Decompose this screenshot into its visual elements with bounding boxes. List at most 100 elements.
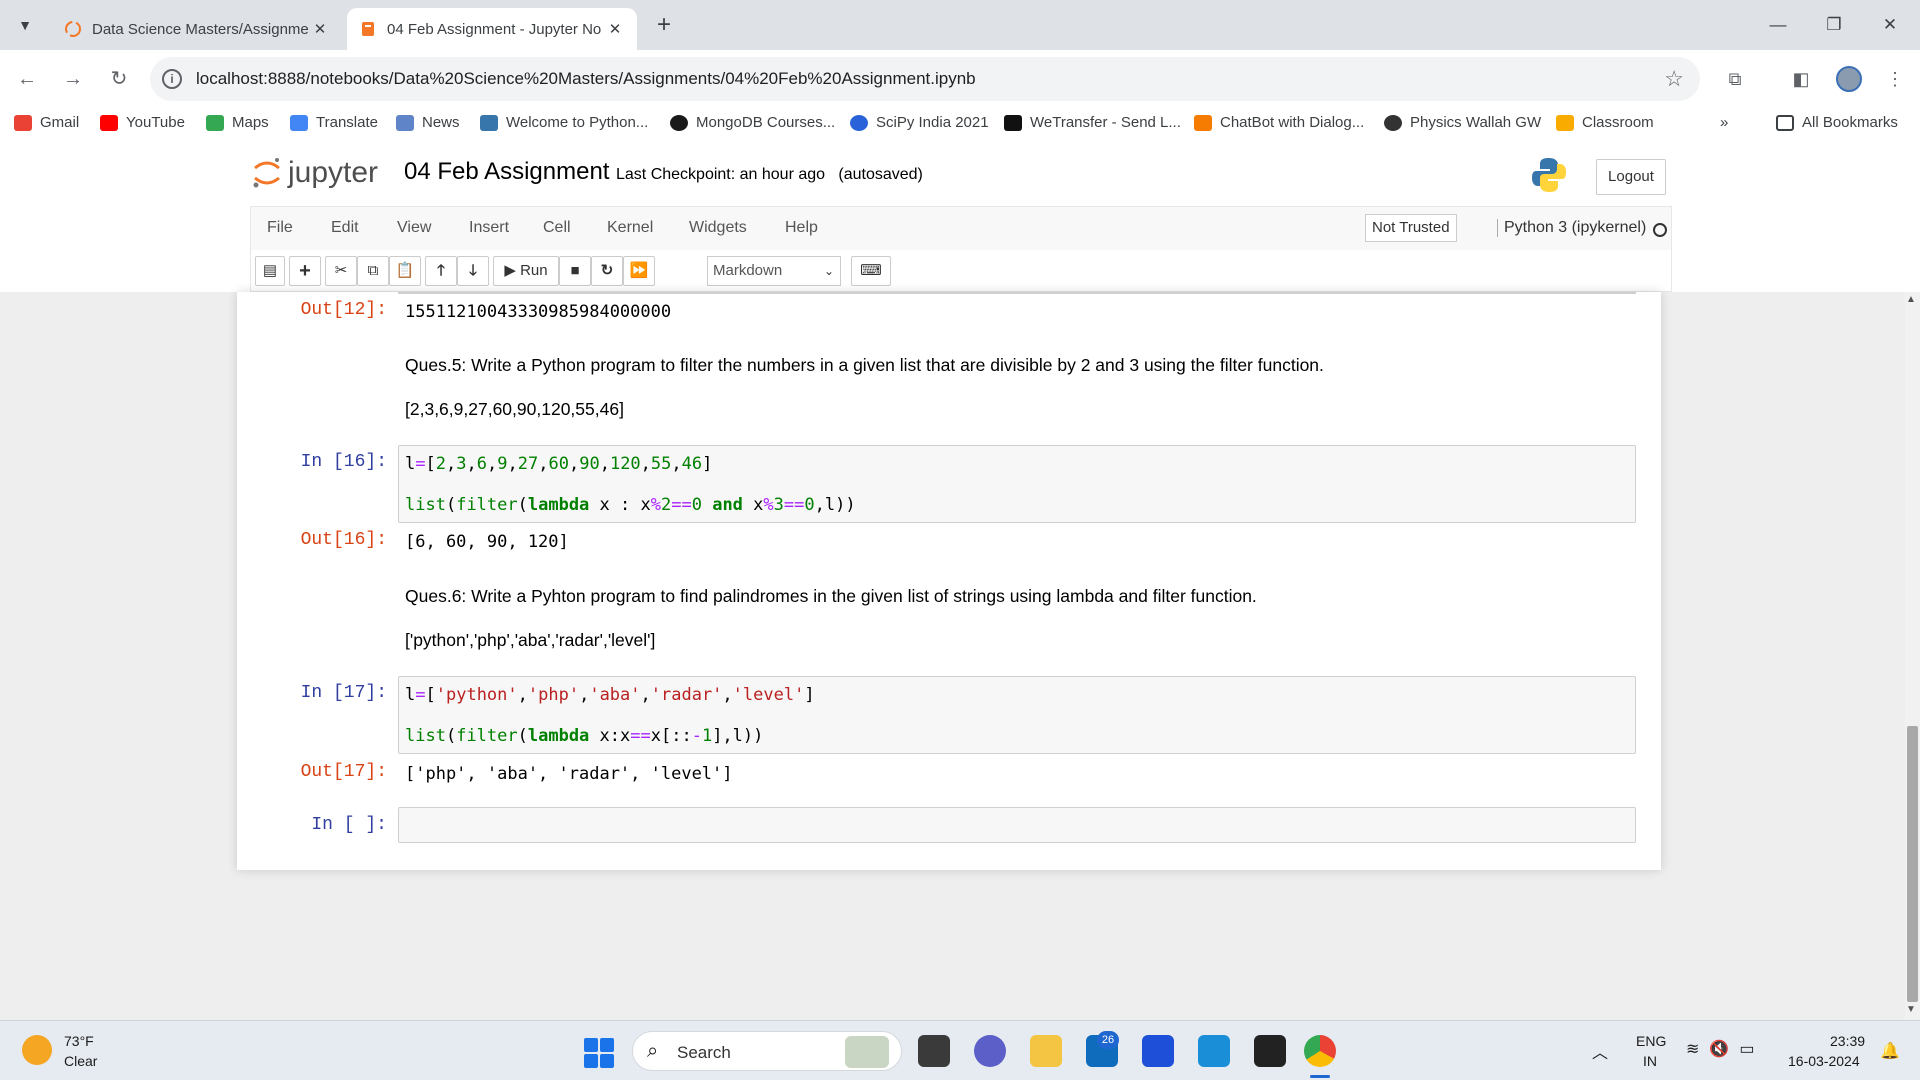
battery-icon[interactable]: ▭ — [1739, 1041, 1764, 1058]
forward-arrow-icon[interactable]: → — [58, 64, 88, 94]
logout-button[interactable]: Logout — [1596, 159, 1666, 195]
run-button[interactable]: ▶ Run — [493, 256, 559, 286]
markdown-list-5[interactable]: [2,3,6,9,27,60,90,120,55,46] — [405, 399, 624, 420]
code-cell-empty[interactable] — [398, 807, 1636, 843]
language-indicator[interactable]: ENG — [1636, 1033, 1666, 1049]
menu-view[interactable]: View — [397, 219, 431, 237]
weather-condition[interactable]: Clear — [64, 1053, 97, 1069]
notification-bell-icon[interactable]: 🔔 — [1880, 1041, 1900, 1061]
bookmark-mongodb[interactable]: MongoDB Courses... — [670, 114, 835, 131]
move-up-button[interactable]: 🡑 — [425, 256, 457, 286]
menu-edit[interactable]: Edit — [331, 219, 359, 237]
menu-insert[interactable]: Insert — [469, 219, 509, 237]
close-icon[interactable]: ✕ — [310, 20, 330, 38]
show-hidden-icons-icon[interactable]: ︿ — [1592, 1039, 1608, 1063]
menu-kernel[interactable]: Kernel — [607, 219, 653, 237]
menu-file[interactable]: File — [267, 219, 293, 237]
bookmark-chatbot[interactable]: ChatBot with Dialog... — [1194, 114, 1364, 131]
task-view-icon[interactable] — [918, 1035, 950, 1067]
scroll-up-icon[interactable]: ▲ — [1906, 294, 1916, 305]
kernel-name[interactable]: Python 3 (ipykernel) — [1497, 219, 1646, 237]
side-panel-icon[interactable]: ◧ — [1786, 64, 1816, 94]
markdown-list-6[interactable]: ['python','php','aba','radar','level'] — [405, 630, 655, 651]
restart-run-all-button[interactable]: ⏩ — [623, 256, 655, 286]
clock-time[interactable]: 23:39 — [1830, 1033, 1865, 1049]
cut-button[interactable]: ✂ — [325, 256, 357, 286]
code-cell-17[interactable]: l=['python','php','aba','radar','level']… — [398, 676, 1636, 754]
editor-app-icon[interactable] — [1142, 1035, 1174, 1067]
menu-cell[interactable]: Cell — [543, 219, 571, 237]
markdown-question-6[interactable]: Ques.6: Write a Pyhton program to find p… — [405, 586, 1257, 607]
bookmarks-overflow[interactable]: » — [1720, 114, 1728, 131]
display-app-icon[interactable] — [1198, 1035, 1230, 1067]
taskbar-search[interactable]: ⌕ Search — [632, 1031, 902, 1071]
system-tray-icons[interactable]: ≋🔇▭ — [1686, 1039, 1764, 1059]
window-close-icon[interactable]: ✕ — [1862, 10, 1918, 40]
markdown-question-5[interactable]: Ques.5: Write a Python program to filter… — [405, 355, 1324, 376]
bookmark-maps[interactable]: Maps — [206, 114, 269, 131]
notebook-container: Out[12]: 15511210043330985984000000 Ques… — [237, 292, 1661, 870]
notebook-menubar: File Edit View Insert Cell Kernel Widget… — [250, 206, 1672, 250]
bookmark-youtube[interactable]: YouTube — [100, 114, 185, 131]
address-bar[interactable]: i localhost:8888/notebooks/Data%20Scienc… — [150, 57, 1700, 101]
bookmark-gmail[interactable]: Gmail — [14, 114, 79, 131]
interrupt-button[interactable]: ■ — [559, 256, 591, 286]
close-icon[interactable]: ✕ — [605, 20, 625, 38]
bookmark-news[interactable]: News — [396, 114, 460, 131]
insert-cell-button[interactable]: + — [289, 256, 321, 286]
not-trusted-badge[interactable]: Not Trusted — [1365, 214, 1457, 242]
bookmark-wetransfer[interactable]: WeTransfer - Send L... — [1004, 114, 1181, 131]
moon-weather-icon[interactable] — [22, 1035, 52, 1065]
output-text: 15511210043330985984000000 — [405, 302, 672, 322]
bookmark-physics-wallah[interactable]: Physics Wallah GW — [1384, 114, 1541, 131]
file-explorer-icon[interactable] — [1030, 1035, 1062, 1067]
minimize-icon[interactable]: — — [1750, 10, 1806, 40]
url-text[interactable]: localhost:8888/notebooks/Data%20Science%… — [196, 69, 976, 89]
command-palette-button[interactable]: ⌨ — [851, 256, 891, 286]
output-text: ['php', 'aba', 'radar', 'level'] — [405, 764, 733, 784]
all-bookmarks[interactable]: All Bookmarks — [1776, 114, 1898, 131]
site-info-icon[interactable]: i — [162, 69, 182, 89]
move-down-button[interactable]: 🡓 — [457, 256, 489, 286]
volume-muted-icon[interactable]: 🔇 — [1709, 1041, 1739, 1058]
clock-date[interactable]: 16-03-2024 — [1788, 1053, 1860, 1069]
jupyter-logo[interactable]: jupyter — [252, 156, 378, 190]
language-region[interactable]: IN — [1643, 1053, 1657, 1069]
tab-search-button[interactable]: ▼ — [8, 8, 42, 42]
plus-icon: + — [299, 260, 311, 282]
back-arrow-icon[interactable]: ← — [12, 64, 42, 94]
output-prompt: Out[16]: — [300, 530, 387, 550]
cell-type-select[interactable]: Markdown ⌄ — [707, 256, 841, 286]
teams-chat-icon[interactable] — [974, 1035, 1006, 1067]
chrome-icon[interactable] — [1304, 1035, 1336, 1067]
bookmark-classroom[interactable]: Classroom — [1556, 114, 1654, 131]
python-icon — [480, 114, 498, 131]
scroll-down-icon[interactable]: ▼ — [1906, 1004, 1916, 1015]
wifi-icon[interactable]: ≋ — [1686, 1041, 1709, 1058]
save-button[interactable]: ▤ — [255, 256, 285, 286]
search-icon: ⌕ — [647, 1040, 659, 1062]
tab-04-feb-assignment[interactable]: 04 Feb Assignment - Jupyter No ✕ — [347, 8, 637, 50]
new-tab-button[interactable]: + — [650, 12, 678, 40]
menu-help[interactable]: Help — [785, 219, 818, 237]
reload-icon[interactable]: ↻ — [104, 64, 134, 94]
copy-button[interactable]: ⧉ — [357, 256, 389, 286]
menu-dots-icon[interactable]: ⋮ — [1880, 64, 1910, 94]
paste-button[interactable]: 📋 — [389, 256, 421, 286]
code-cell-16[interactable]: l=[2,3,6,9,27,60,90,120,55,46] list(filt… — [398, 445, 1636, 523]
bookmark-translate[interactable]: Translate — [290, 114, 378, 131]
profile-avatar[interactable] — [1836, 66, 1862, 92]
weather-temperature[interactable]: 73°F — [64, 1033, 94, 1049]
restore-icon[interactable]: ❐ — [1806, 10, 1862, 40]
notebook-title[interactable]: 04 Feb Assignment — [404, 158, 609, 186]
scrollbar-thumb[interactable] — [1907, 726, 1918, 1002]
bookmark-star-icon[interactable]: ☆ — [1664, 66, 1684, 92]
bookmark-scipy[interactable]: SciPy India 2021 — [850, 114, 989, 131]
restart-button[interactable]: ↻ — [591, 256, 623, 286]
terminal-icon[interactable] — [1254, 1035, 1286, 1067]
bookmark-python[interactable]: Welcome to Python... — [480, 114, 648, 131]
extensions-icon[interactable]: ⧉ — [1720, 64, 1750, 94]
menu-widgets[interactable]: Widgets — [689, 219, 747, 237]
start-windows-icon[interactable] — [584, 1038, 614, 1068]
tab-data-science-masters[interactable]: Data Science Masters/Assignme ✕ — [52, 8, 342, 50]
